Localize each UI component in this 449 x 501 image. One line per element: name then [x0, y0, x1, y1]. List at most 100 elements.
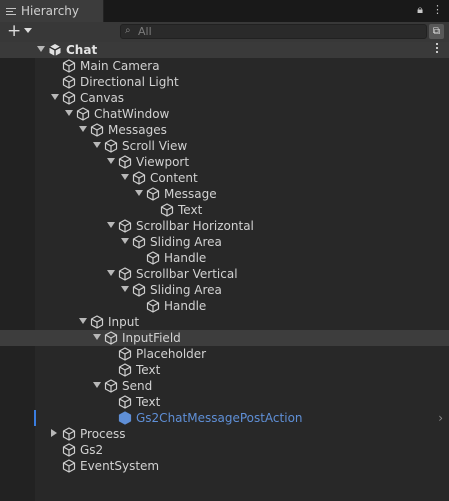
hierarchy-item-label: InputField — [122, 331, 181, 345]
expand-arrow-open-icon[interactable] — [107, 222, 115, 228]
hierarchy-item-label: Scroll View — [122, 139, 188, 153]
gameobject-cube-icon — [104, 379, 118, 393]
hierarchy-item-label: Send — [122, 379, 153, 393]
hierarchy-row[interactable]: Content — [0, 170, 449, 186]
hierarchy-row[interactable]: Text — [0, 394, 449, 410]
hierarchy-item-label: Chat — [66, 43, 98, 57]
gameobject-cube-icon — [104, 331, 118, 345]
hierarchy-item-label: Sliding Area — [150, 235, 222, 249]
hierarchy-row[interactable]: Message — [0, 186, 449, 202]
gameobject-cube-icon — [90, 315, 104, 329]
hierarchy-row[interactable]: ChatWindow — [0, 106, 449, 122]
search-field[interactable]: ⌕ — [120, 24, 427, 39]
hierarchy-row[interactable]: Gs2ChatMessagePostAction › — [0, 410, 449, 426]
expand-arrow-open-icon[interactable] — [51, 94, 59, 100]
gameobject-cube-icon — [118, 363, 132, 377]
hierarchy-row[interactable]: Sliding Area — [0, 282, 449, 298]
expand-arrow-open-icon[interactable] — [121, 174, 129, 180]
expand-arrow-open-icon[interactable] — [107, 270, 115, 276]
gameobject-cube-icon — [62, 427, 76, 441]
gameobject-cube-icon — [146, 187, 160, 201]
hierarchy-row[interactable]: InputField — [0, 330, 449, 346]
hierarchy-row[interactable]: Scroll View — [0, 138, 449, 154]
hierarchy-item-label: Directional Light — [80, 75, 179, 89]
hierarchy-item-label: Message — [164, 187, 217, 201]
hierarchy-row[interactable]: Text — [0, 362, 449, 378]
hierarchy-item-label: Handle — [164, 299, 207, 313]
search-input[interactable] — [138, 25, 408, 38]
hierarchy-row[interactable]: Messages — [0, 122, 449, 138]
create-button[interactable]: + — [7, 22, 21, 41]
gameobject-cube-icon — [90, 123, 104, 137]
hierarchy-item-label: Gs2ChatMessagePostAction — [136, 411, 303, 425]
hierarchy-item-label: ChatWindow — [94, 107, 170, 121]
tab-hierarchy[interactable]: Hierarchy — [0, 0, 104, 22]
gameobject-cube-icon — [132, 171, 146, 185]
gameobject-cube-icon — [118, 395, 132, 409]
prefab-override-marker — [34, 410, 36, 426]
hierarchy-item-label: Content — [150, 171, 198, 185]
hierarchy-item-label: Scrollbar Vertical — [136, 267, 238, 281]
toolbar: + ⌕ — [0, 22, 449, 43]
hierarchy-item-label: Sliding Area — [150, 283, 222, 297]
hierarchy-row[interactable]: Directional Light — [0, 74, 449, 90]
hierarchy-row[interactable]: Gs2 — [0, 442, 449, 458]
expand-arrow-open-icon[interactable] — [79, 318, 87, 324]
hierarchy-row[interactable]: Main Camera — [0, 58, 449, 74]
expand-arrow-open-icon[interactable] — [37, 46, 45, 52]
scene-row[interactable]: Chat — [0, 42, 449, 58]
gameobject-cube-icon — [132, 235, 146, 249]
expand-arrow-open-icon[interactable] — [135, 190, 143, 196]
hierarchy-item-label: Handle — [164, 251, 207, 265]
window-tools: 🔒︎ ⋮ — [417, 3, 443, 17]
expand-arrow-open-icon[interactable] — [107, 158, 115, 164]
tab-bar: Hierarchy 🔒︎ ⋮ — [0, 0, 449, 23]
prefab-cube-icon — [118, 411, 132, 425]
hierarchy-row[interactable]: Canvas — [0, 90, 449, 106]
expand-arrow-closed-icon[interactable] — [51, 429, 57, 437]
gameobject-cube-icon — [118, 347, 132, 361]
hierarchy-row[interactable]: Sliding Area — [0, 234, 449, 250]
open-prefab-arrow-icon[interactable]: › — [438, 411, 443, 425]
hierarchy-item-label: Input — [108, 315, 140, 329]
gameobject-cube-icon — [62, 443, 76, 457]
hierarchy-row[interactable]: Scrollbar Vertical — [0, 266, 449, 282]
hierarchy-row[interactable]: Viewport — [0, 154, 449, 170]
scene-menu-icon[interactable] — [436, 43, 439, 53]
hierarchy-item-label: Viewport — [136, 155, 190, 169]
hierarchy-row[interactable]: Text — [0, 202, 449, 218]
expand-arrow-open-icon[interactable] — [79, 126, 87, 132]
expand-arrow-open-icon[interactable] — [93, 142, 101, 148]
lock-icon[interactable]: 🔒︎ — [417, 3, 423, 17]
gameobject-cube-icon — [62, 91, 76, 105]
more-options-icon[interactable]: ⋮ — [432, 3, 443, 17]
expand-arrow-open-icon[interactable] — [65, 110, 73, 116]
expand-arrow-open-icon[interactable] — [121, 286, 129, 292]
hierarchy-item-label: EventSystem — [80, 459, 160, 473]
hierarchy-row[interactable]: Handle — [0, 250, 449, 266]
scene-visibility-toggle-icon[interactable]: ⧉ — [429, 24, 444, 39]
gameobject-cube-icon — [118, 267, 132, 281]
chevron-down-icon[interactable] — [24, 28, 32, 33]
expand-arrow-open-icon[interactable] — [93, 382, 101, 388]
hierarchy-item-label: Text — [136, 363, 161, 377]
hierarchy-row[interactable]: Process — [0, 426, 449, 442]
gameobject-cube-icon — [146, 299, 160, 313]
gameobject-cube-icon — [146, 251, 160, 265]
hierarchy-row[interactable]: Input — [0, 314, 449, 330]
gameobject-cube-icon — [132, 283, 146, 297]
hierarchy-item-label: Text — [136, 395, 161, 409]
expand-arrow-open-icon[interactable] — [121, 238, 129, 244]
expand-arrow-open-icon[interactable] — [93, 334, 101, 340]
hierarchy-row[interactable]: EventSystem — [0, 458, 449, 474]
hierarchy-item-label: Messages — [108, 123, 167, 137]
hierarchy-row[interactable]: Handle — [0, 298, 449, 314]
hierarchy-row[interactable]: Send — [0, 378, 449, 394]
search-icon: ⌕ — [125, 25, 131, 36]
hierarchy-row[interactable]: Placeholder — [0, 346, 449, 362]
hierarchy-tree: Chat Main Camera Directional Light Canvas Ch… — [0, 42, 449, 501]
hierarchy-icon — [6, 7, 16, 15]
hierarchy-item-label: Process — [80, 427, 126, 441]
gameobject-cube-icon — [160, 203, 174, 217]
hierarchy-row[interactable]: Scrollbar Horizontal — [0, 218, 449, 234]
